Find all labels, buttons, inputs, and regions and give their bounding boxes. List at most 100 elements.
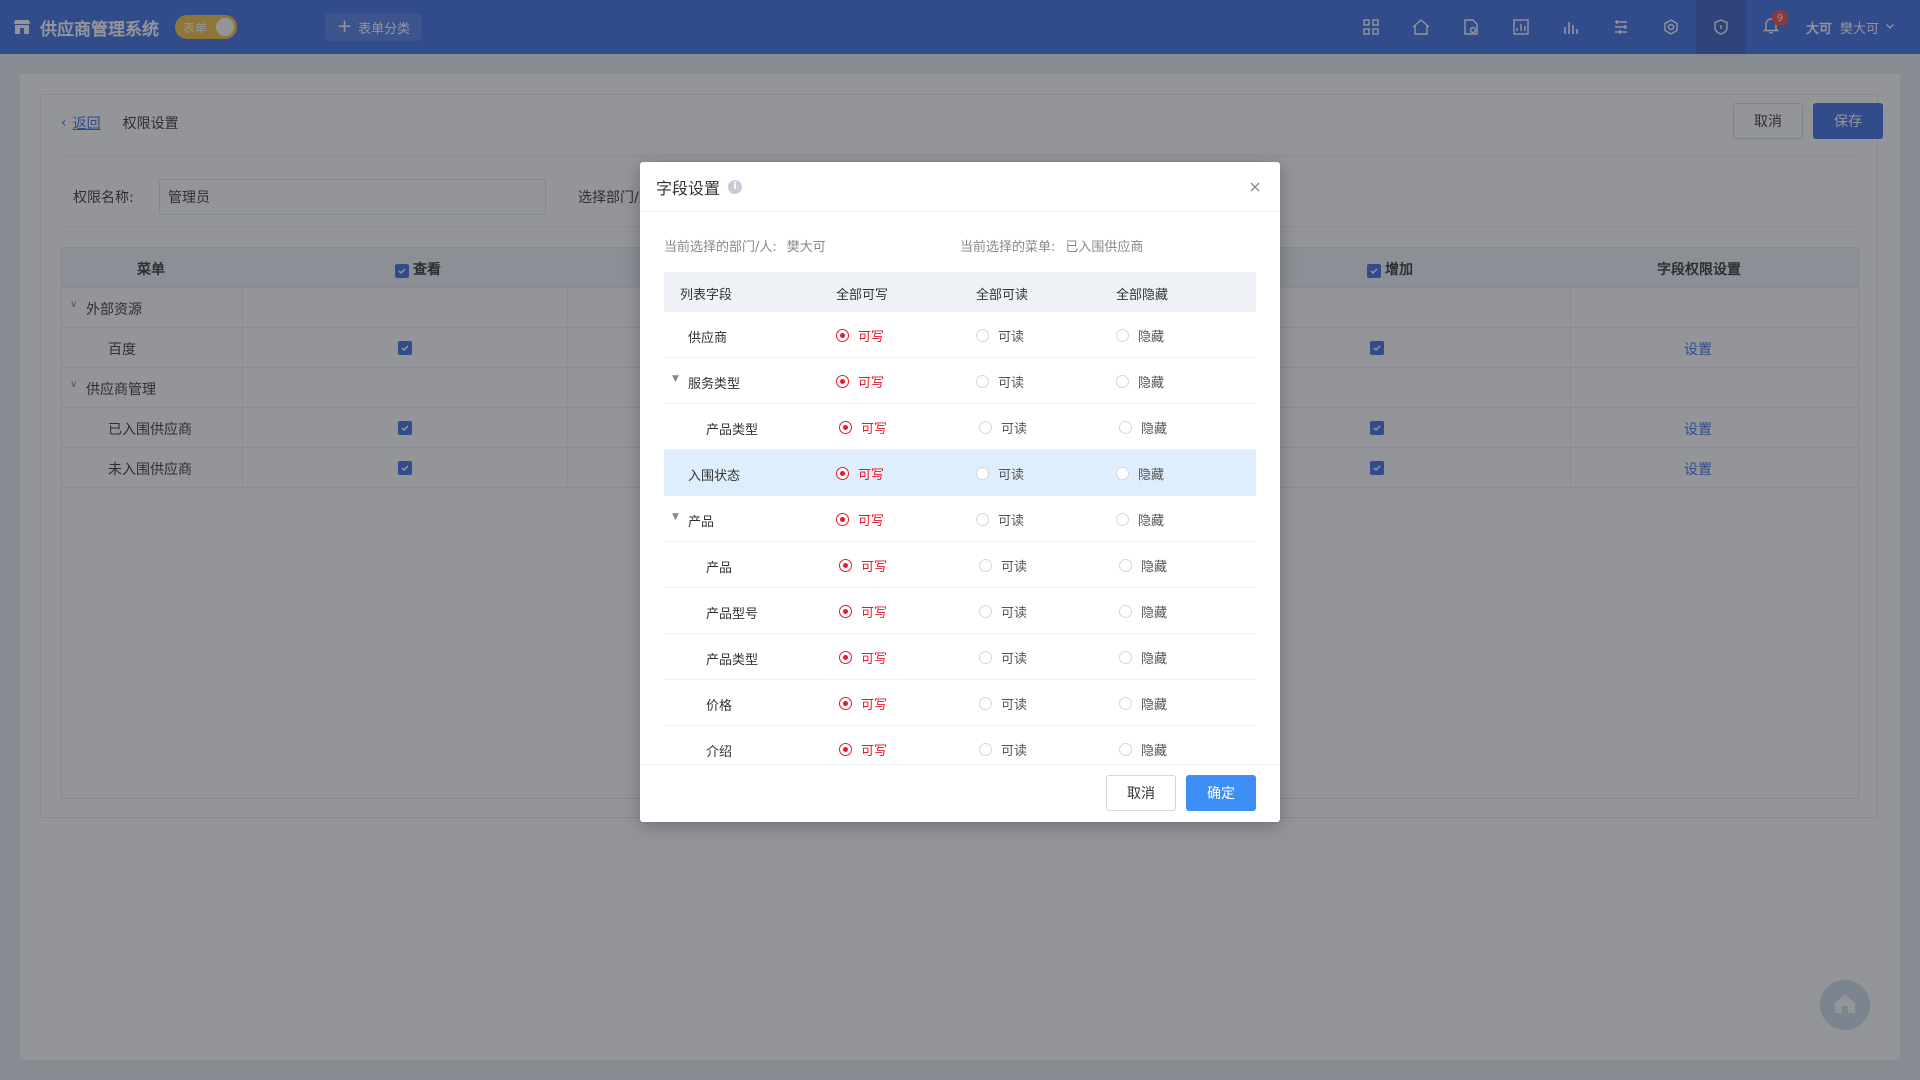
radio-circle[interactable] (1119, 605, 1132, 618)
current-menu-info: 当前选择的菜单: 已入围供应商 (960, 240, 1144, 255)
radio-write[interactable]: 可写 (839, 602, 887, 621)
radio-label: 隐藏 (1141, 744, 1168, 759)
radio-read[interactable]: 可读 (979, 694, 1027, 713)
radio-write[interactable]: 可写 (839, 694, 887, 713)
field-row: 介绍 可写 可读 隐藏 (664, 726, 1256, 760)
radio-hide[interactable]: 隐藏 (1116, 510, 1164, 529)
radio-circle[interactable] (839, 559, 852, 572)
radio-write[interactable]: 可写 (839, 648, 887, 667)
radio-hide[interactable]: 隐藏 (1119, 602, 1167, 621)
modal-confirm-button[interactable]: 确定 (1186, 775, 1256, 811)
radio-circle[interactable] (976, 467, 989, 480)
radio-read[interactable]: 可读 (979, 602, 1027, 621)
field-row: 供应商 可写 可读 隐藏 (664, 312, 1256, 358)
caret-down-icon[interactable]: ▼ (672, 374, 679, 384)
radio-circle[interactable] (976, 375, 989, 388)
radio-write[interactable]: 可写 (839, 556, 887, 575)
radio-hide[interactable]: 隐藏 (1116, 326, 1164, 345)
radio-write[interactable]: 可写 (836, 464, 884, 483)
radio-label: 可读 (1001, 422, 1028, 437)
radio-circle[interactable] (1119, 421, 1132, 434)
radio-circle[interactable] (836, 375, 849, 388)
radio-circle[interactable] (1119, 559, 1132, 572)
field-table-header: 列表字段 全部可写 全部可读 全部隐藏 (664, 272, 1256, 312)
radio-circle[interactable] (836, 513, 849, 526)
radio-circle[interactable] (839, 697, 852, 710)
radio-circle[interactable] (979, 559, 992, 572)
modal-footer: 取消 确定 (640, 764, 1280, 822)
radio-hide[interactable]: 隐藏 (1119, 556, 1167, 575)
radio-label: 隐藏 (1138, 330, 1165, 345)
radio-hide[interactable]: 隐藏 (1119, 648, 1167, 667)
radio-circle[interactable] (1119, 651, 1132, 664)
radio-circle[interactable] (979, 743, 992, 756)
modal-cancel-button[interactable]: 取消 (1106, 775, 1176, 811)
radio-label: 可写 (861, 698, 888, 713)
radio-read[interactable]: 可读 (976, 464, 1024, 483)
radio-circle[interactable] (1116, 375, 1129, 388)
radio-hide[interactable]: 隐藏 (1116, 464, 1164, 483)
radio-read[interactable]: 可读 (979, 556, 1027, 575)
field-name: 服务类型 (688, 377, 741, 392)
radio-read[interactable]: 可读 (979, 418, 1027, 437)
radio-label: 可写 (861, 744, 888, 759)
field-name: 产品 (706, 561, 733, 576)
field-row: 价格 可写 可读 隐藏 (664, 680, 1256, 726)
field-permission-table: 列表字段 全部可写 全部可读 全部隐藏 供应商 可写 可读 隐藏 ▼ 服务类型 可写 可读 隐藏… (664, 272, 1256, 760)
caret-down-icon[interactable]: ▼ (672, 512, 679, 522)
all-write-button[interactable]: 全部可写 (836, 284, 888, 303)
radio-hide[interactable]: 隐藏 (1119, 418, 1167, 437)
radio-circle[interactable] (839, 421, 852, 434)
radio-read[interactable]: 可读 (979, 740, 1027, 759)
radio-circle[interactable] (839, 651, 852, 664)
info-icon[interactable]: i (728, 179, 743, 194)
radio-read[interactable]: 可读 (976, 326, 1024, 345)
radio-circle[interactable] (1119, 743, 1132, 756)
radio-circle[interactable] (979, 697, 992, 710)
radio-hide[interactable]: 隐藏 (1119, 694, 1167, 713)
field-name: 入围状态 (688, 469, 741, 484)
radio-circle[interactable] (839, 605, 852, 618)
radio-circle[interactable] (976, 513, 989, 526)
radio-circle[interactable] (836, 329, 849, 342)
current-dept-info: 当前选择的部门/人: 樊大可 (664, 240, 826, 255)
radio-label: 隐藏 (1141, 698, 1168, 713)
current-menu-value: 已入围供应商 (1065, 240, 1144, 255)
field-row: ▼ 产品 可写 可读 隐藏 (664, 496, 1256, 542)
radio-read[interactable]: 可读 (976, 510, 1024, 529)
field-row: ▼ 服务类型 可写 可读 隐藏 (664, 358, 1256, 404)
radio-label: 可写 (858, 376, 885, 391)
radio-read[interactable]: 可读 (976, 372, 1024, 391)
radio-label: 可读 (998, 330, 1025, 345)
radio-circle[interactable] (979, 651, 992, 664)
radio-write[interactable]: 可写 (836, 510, 884, 529)
radio-write[interactable]: 可写 (839, 418, 887, 437)
field-name: 产品 (688, 515, 715, 530)
radio-hide[interactable]: 隐藏 (1119, 740, 1167, 759)
radio-label: 隐藏 (1141, 606, 1168, 621)
radio-label: 可写 (858, 468, 885, 483)
radio-label: 可写 (858, 514, 885, 529)
radio-circle[interactable] (1116, 329, 1129, 342)
field-name: 供应商 (688, 331, 728, 346)
modal-header: 字段设置 i (640, 162, 1280, 212)
all-read-button[interactable]: 全部可读 (976, 284, 1028, 303)
radio-circle[interactable] (1119, 697, 1132, 710)
radio-circle[interactable] (1116, 467, 1129, 480)
radio-circle[interactable] (979, 605, 992, 618)
radio-circle[interactable] (839, 743, 852, 756)
radio-circle[interactable] (979, 421, 992, 434)
radio-circle[interactable] (836, 467, 849, 480)
radio-write[interactable]: 可写 (836, 326, 884, 345)
field-row: 入围状态 可写 可读 隐藏 (664, 450, 1256, 496)
radio-write[interactable]: 可写 (836, 372, 884, 391)
radio-hide[interactable]: 隐藏 (1116, 372, 1164, 391)
radio-circle[interactable] (976, 329, 989, 342)
field-settings-modal: 字段设置 i 当前选择的部门/人: 樊大可 当前选择的菜单: 已入围供应商 列表字段… (640, 162, 1280, 822)
close-icon[interactable] (1248, 180, 1262, 194)
modal-title: 字段设置 (656, 178, 721, 198)
radio-read[interactable]: 可读 (979, 648, 1027, 667)
radio-circle[interactable] (1116, 513, 1129, 526)
all-hide-button[interactable]: 全部隐藏 (1116, 284, 1168, 303)
radio-write[interactable]: 可写 (839, 740, 887, 759)
